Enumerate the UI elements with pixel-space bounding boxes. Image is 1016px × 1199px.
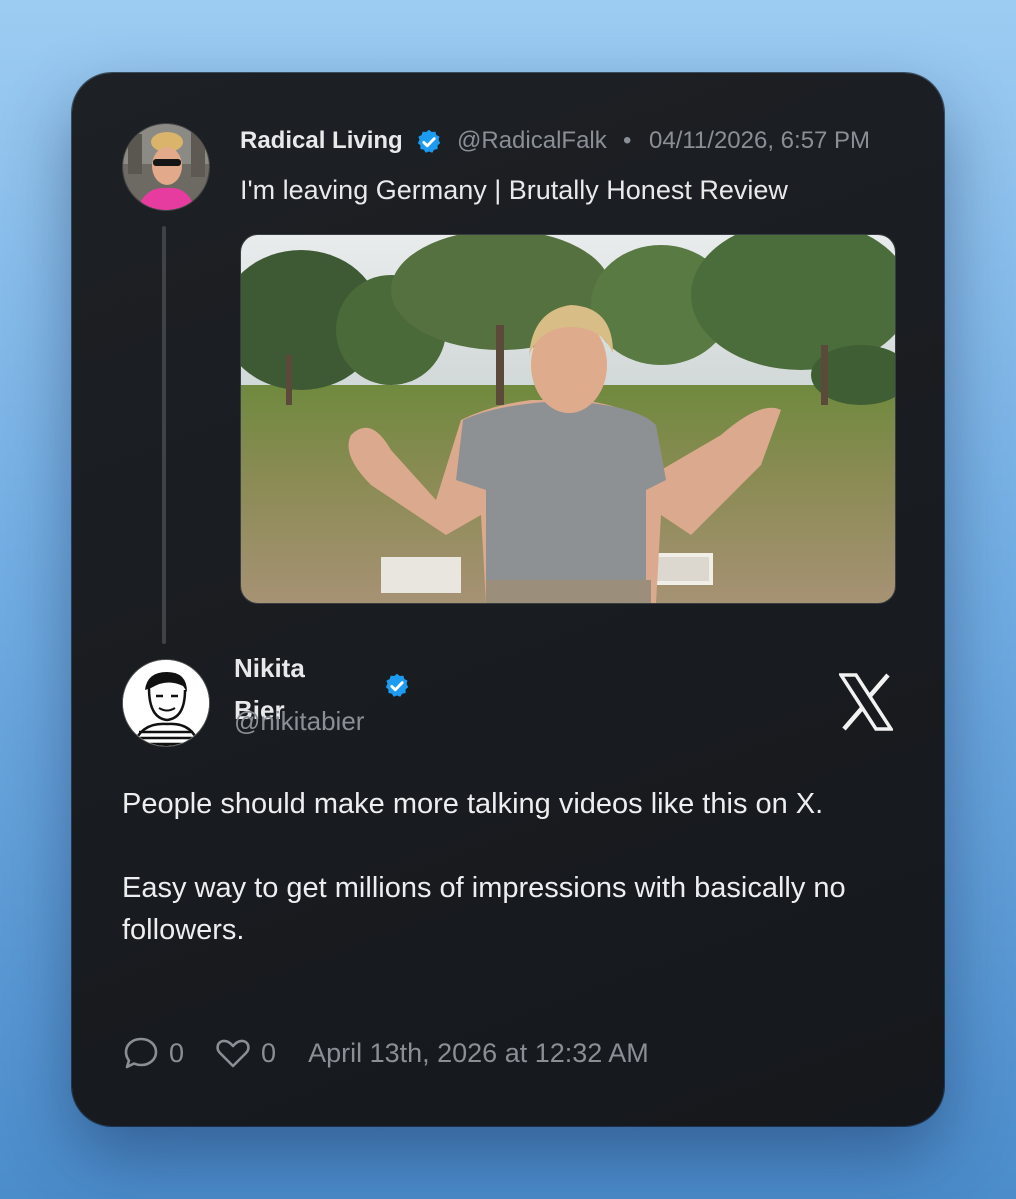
embed-card: Radical Living @RadicalFalk • 04/11/2026…: [72, 73, 944, 1126]
comment-count: 0: [169, 1037, 185, 1068]
tweet-footer: 0 0 April 13th, 2026 at 12:32 AM: [122, 1033, 649, 1073]
quoted-video-thumbnail[interactable]: [240, 234, 896, 604]
tweet-timestamp[interactable]: April 13th, 2026 at 12:32 AM: [308, 1038, 649, 1069]
quoted-timestamp[interactable]: 04/11/2026, 6:57 PM: [649, 127, 870, 155]
heart-icon[interactable]: [214, 1034, 252, 1072]
comment-icon[interactable]: [122, 1034, 160, 1072]
author-avatar[interactable]: [122, 659, 210, 747]
quoted-tweet-text: I'm leaving Germany | Brutally Honest Re…: [240, 175, 788, 205]
separator-dot: •: [623, 127, 632, 154]
quoted-author-handle[interactable]: @RadicalFalk: [457, 127, 607, 155]
verified-badge-icon: [383, 672, 411, 700]
author-handle[interactable]: @nikitabier: [234, 706, 364, 737]
tweet-body: People should make more talking videos l…: [122, 783, 902, 993]
thread-line: [162, 226, 166, 644]
quoted-author-name[interactable]: Radical Living: [240, 127, 403, 155]
verified-badge-icon: [415, 128, 443, 156]
quoted-author-avatar[interactable]: [122, 123, 210, 211]
x-logo-icon[interactable]: [837, 673, 895, 731]
tweet-paragraph: People should make more talking videos l…: [122, 788, 824, 820]
tweet-paragraph: Easy way to get millions of impressions …: [122, 872, 846, 946]
like-count: 0: [261, 1037, 277, 1068]
